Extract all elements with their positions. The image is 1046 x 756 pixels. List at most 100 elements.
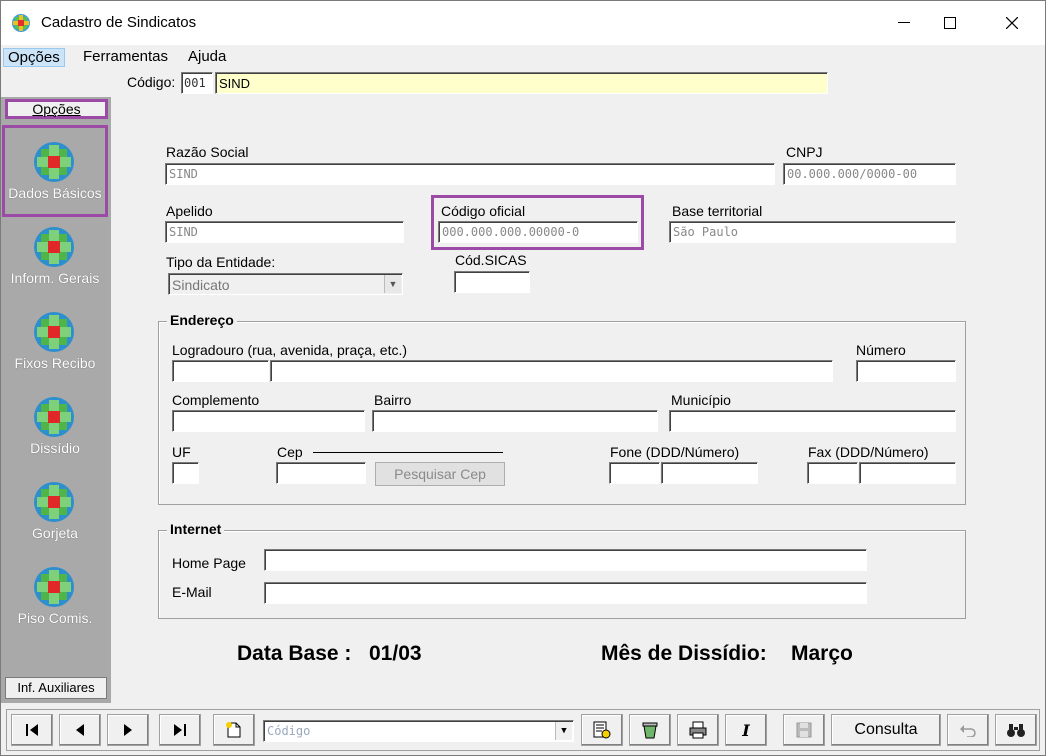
list-search-icon: [593, 721, 611, 739]
razao-social-label: Razão Social: [166, 144, 249, 160]
globe-icon: [34, 227, 74, 267]
globe-icon: [34, 397, 74, 437]
minimize-button[interactable]: [881, 1, 927, 45]
logradouro-field[interactable]: [270, 360, 833, 382]
email-field[interactable]: [264, 582, 867, 604]
sidebar-item-inform-gerais[interactable]: Inform. Gerais: [5, 212, 105, 294]
sidebar-item-piso-comis[interactable]: Piso Comis.: [5, 552, 105, 634]
window-title: Cadastro de Sindicatos: [41, 14, 197, 31]
mes-dissidio-value: Março: [791, 642, 853, 665]
codigo-oficial-label: Código oficial: [441, 203, 526, 219]
find-button[interactable]: [995, 714, 1037, 746]
home-page-label: Home Page: [172, 555, 246, 571]
cod-sicas-label: Cód.SICAS: [455, 252, 527, 268]
menu-ferramentas[interactable]: Ferramentas: [79, 48, 172, 65]
fax-label: Fax (DDD/Número): [808, 444, 929, 460]
sidebar-item-dissidio[interactable]: Dissídio: [5, 382, 105, 464]
municipio-field[interactable]: [669, 410, 956, 432]
chevron-down-icon[interactable]: ▼: [384, 275, 401, 293]
tipo-entidade-select[interactable]: Sindicato ▼: [168, 273, 403, 295]
menu-bar: Opções Ferramentas Ajuda: [1, 45, 1045, 69]
sidebar-item-label: Gorjeta: [32, 525, 78, 541]
cod-sicas-field[interactable]: [454, 271, 530, 293]
sidebar-item-fixos-recibo[interactable]: Fixos Recibo: [5, 297, 105, 379]
tipo-entidade-value: Sindicato: [172, 277, 230, 293]
sidebar-item-label: Inform. Gerais: [10, 270, 100, 286]
print-button[interactable]: [677, 714, 719, 746]
sidebar-footer-inf-auxiliares[interactable]: Inf. Auxiliares: [5, 677, 107, 699]
sidebar-item-label: Fixos Recibo: [14, 355, 96, 371]
first-icon: [26, 724, 38, 736]
consulta-label: Consulta: [854, 721, 918, 738]
bairro-field[interactable]: [372, 410, 658, 432]
uf-field[interactable]: [172, 462, 199, 484]
bairro-label: Bairro: [374, 392, 412, 408]
close-button[interactable]: [989, 1, 1035, 45]
numero-field[interactable]: [856, 360, 956, 382]
razao-social-field[interactable]: SIND: [165, 163, 775, 185]
internet-title: Internet: [167, 521, 225, 537]
email-label: E-Mail: [172, 584, 212, 600]
close-icon: [1006, 17, 1018, 29]
printer-icon: [689, 721, 707, 739]
endereco-title: Endereço: [167, 312, 237, 328]
mes-dissidio-label: Mês de Dissídio:: [601, 642, 767, 665]
undo-button[interactable]: [947, 714, 989, 746]
globe-icon: [34, 567, 74, 607]
binoculars-icon: [1007, 724, 1025, 737]
cep-field[interactable]: [276, 462, 366, 484]
complemento-field[interactable]: [172, 410, 365, 432]
bottom-toolbar: Código ▼ I Consulta: [6, 709, 1040, 751]
last-record-button[interactable]: [159, 714, 201, 746]
new-record-button[interactable]: [213, 714, 255, 746]
base-territorial-field[interactable]: São Paulo: [669, 221, 956, 243]
sidebar-item-gorjeta[interactable]: Gorjeta: [5, 467, 105, 549]
selection-highlight: [2, 125, 108, 217]
pesquisar-cep-button[interactable]: Pesquisar Cep: [375, 462, 505, 486]
codigo-oficial-field[interactable]: 000.000.000.00000-0: [438, 221, 638, 243]
fax-ddd-field[interactable]: [807, 462, 858, 484]
main-window: Cadastro de Sindicatos Opções Ferramenta…: [0, 0, 1046, 756]
fone-numero-field[interactable]: [661, 462, 758, 484]
logradouro-tipo-field[interactable]: [172, 360, 269, 382]
base-territorial-label: Base territorial: [672, 203, 763, 219]
maximize-button[interactable]: [927, 1, 973, 45]
apelido-field[interactable]: SIND: [165, 221, 404, 243]
fax-numero-field[interactable]: [859, 462, 956, 484]
codigo-label: Código:: [127, 74, 176, 90]
delete-button[interactable]: [629, 714, 671, 746]
next-icon: [124, 724, 132, 736]
sindicato-name-field[interactable]: SIND: [215, 72, 828, 94]
menu-ajuda[interactable]: Ajuda: [184, 48, 230, 65]
sidebar-header[interactable]: Opções: [5, 99, 108, 119]
fone-ddd-field[interactable]: [609, 462, 660, 484]
save-button[interactable]: [783, 714, 825, 746]
data-base-label: Data Base :: [237, 642, 352, 665]
next-record-button[interactable]: [107, 714, 149, 746]
menu-opcoes[interactable]: Opções: [3, 48, 65, 67]
complemento-label: Complemento: [172, 392, 260, 408]
search-list-button[interactable]: [581, 714, 623, 746]
tipo-entidade-label: Tipo da Entidade:: [166, 254, 276, 270]
numero-label: Número: [856, 342, 906, 358]
internet-group: Internet: [158, 521, 966, 619]
logradouro-label: Logradouro (rua, avenida, praça, etc.): [172, 342, 408, 358]
codigo-field[interactable]: 001: [181, 72, 213, 94]
home-page-field[interactable]: [264, 549, 867, 571]
previous-record-button[interactable]: [59, 714, 101, 746]
fone-label: Fone (DDD/Número): [610, 444, 740, 460]
undo-icon: [960, 725, 976, 737]
italic-icon: I: [742, 720, 750, 740]
italic-button[interactable]: I: [725, 714, 767, 746]
cnpj-field[interactable]: 00.000.000/0000-00: [783, 163, 956, 185]
chevron-down-icon[interactable]: ▼: [555, 722, 572, 740]
consulta-button[interactable]: Consulta: [831, 714, 941, 746]
options-sidebar: Opções Dados Básicos Inform. Gerais Fixo…: [1, 97, 111, 703]
first-record-button[interactable]: [11, 714, 53, 746]
trash-icon: [642, 722, 658, 739]
new-document-icon: [226, 722, 241, 738]
code-bar: Código: 001 SIND: [1, 69, 1045, 97]
sidebar-item-label: Piso Comis.: [17, 610, 93, 626]
codigo-search-combo[interactable]: Código ▼: [263, 720, 574, 742]
app-globe-icon: [12, 14, 30, 32]
